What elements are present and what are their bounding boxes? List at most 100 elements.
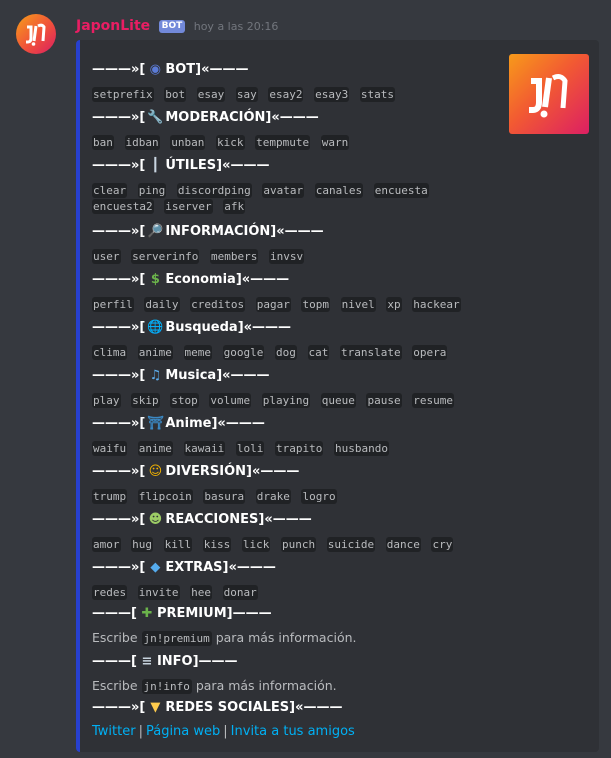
- command-afk[interactable]: afk: [223, 199, 246, 214]
- title-prefix: ———»[: [92, 158, 146, 173]
- title-text: REACCIONES]«———: [165, 512, 312, 527]
- command-idban[interactable]: idban: [124, 135, 160, 150]
- link-p-gina-web[interactable]: Página web: [146, 724, 220, 739]
- command-xp[interactable]: xp: [386, 297, 402, 312]
- command-invsv[interactable]: invsv: [268, 249, 305, 264]
- command-cry[interactable]: cry: [431, 537, 454, 552]
- command-pause[interactable]: pause: [366, 393, 402, 408]
- command-playing[interactable]: playing: [261, 393, 311, 408]
- command-trump[interactable]: trump: [92, 489, 128, 504]
- text-after: para más información.: [211, 630, 357, 645]
- command-topm[interactable]: topm: [301, 297, 330, 312]
- author-name[interactable]: JaponLite: [76, 18, 150, 34]
- command-translate[interactable]: translate: [340, 345, 402, 360]
- command-stop[interactable]: stop: [170, 393, 199, 408]
- command-anime[interactable]: anime: [137, 345, 173, 360]
- command-waifu[interactable]: waifu: [92, 441, 128, 456]
- command-kill[interactable]: kill: [163, 537, 193, 552]
- command-meme[interactable]: meme: [183, 345, 212, 360]
- command-amor[interactable]: amor: [92, 537, 121, 552]
- command-hug[interactable]: hug: [131, 537, 153, 552]
- command-list: ban idban unban kick tempmute warn: [92, 135, 482, 151]
- command-hackear[interactable]: hackear: [412, 297, 461, 312]
- command-setprefix[interactable]: setprefix: [92, 87, 154, 102]
- command-lick[interactable]: lick: [241, 537, 271, 552]
- command-encuesta[interactable]: encuesta: [373, 183, 429, 198]
- theater-masks-icon: ☻: [148, 512, 163, 527]
- command-opera[interactable]: opera: [412, 345, 448, 360]
- title-prefix: ———»[: [92, 464, 146, 479]
- avatar[interactable]: [16, 14, 56, 54]
- title-text: Economia]«———: [165, 272, 290, 287]
- japonlite-logo-icon: [529, 74, 568, 118]
- command-esay[interactable]: esay: [196, 87, 226, 102]
- command-clear[interactable]: clear: [92, 183, 128, 198]
- command-iserver[interactable]: iserver: [164, 199, 213, 214]
- command-kawaii[interactable]: kawaii: [183, 441, 226, 456]
- command-creditos[interactable]: creditos: [190, 297, 246, 312]
- title-prefix: ———»[: [92, 560, 146, 575]
- command-perfil[interactable]: perfil: [92, 297, 134, 312]
- command-list: trump flipcoin basura drake logro: [92, 489, 482, 505]
- command-daily[interactable]: daily: [144, 297, 180, 312]
- command-tempmute[interactable]: tempmute: [255, 135, 311, 150]
- command-discordping[interactable]: discordping: [176, 183, 252, 198]
- command-esay3[interactable]: esay3: [314, 87, 350, 102]
- command-dance[interactable]: dance: [385, 537, 421, 552]
- command-flipcoin[interactable]: flipcoin: [137, 489, 193, 504]
- command-members[interactable]: members: [209, 249, 259, 264]
- command-code: jn!premium: [141, 631, 212, 646]
- command-punch[interactable]: punch: [281, 537, 317, 552]
- command-trapito[interactable]: trapito: [275, 441, 324, 456]
- command-unban[interactable]: unban: [170, 135, 206, 150]
- command-cat[interactable]: cat: [307, 345, 330, 360]
- command-esay2[interactable]: esay2: [268, 87, 304, 102]
- command-redes[interactable]: redes: [92, 585, 128, 600]
- social-links: Twitter | Página web | Invita a tus amigos: [92, 724, 355, 740]
- embed-thumbnail[interactable]: [509, 54, 589, 134]
- command-hee[interactable]: hee: [190, 585, 212, 600]
- command-play[interactable]: play: [92, 393, 121, 408]
- command-ping[interactable]: ping: [137, 183, 167, 198]
- link-twitter[interactable]: Twitter: [92, 724, 136, 739]
- command-user[interactable]: user: [92, 249, 121, 264]
- command-invite[interactable]: invite: [137, 585, 180, 600]
- link-invita-a-tus-amigos[interactable]: Invita a tus amigos: [231, 724, 355, 739]
- command-kiss[interactable]: kiss: [202, 537, 232, 552]
- command-kick[interactable]: kick: [216, 135, 245, 150]
- command-google[interactable]: google: [222, 345, 265, 360]
- command-say[interactable]: say: [235, 87, 258, 102]
- title-text: Busqueda]«———: [165, 320, 292, 335]
- command-loli[interactable]: loli: [235, 441, 265, 456]
- command-canales[interactable]: canales: [314, 183, 364, 198]
- command-anime[interactable]: anime: [137, 441, 173, 456]
- command-bot[interactable]: bot: [164, 87, 187, 102]
- message-header: JaponLite BOT hoy a las 20:16: [76, 18, 278, 35]
- command-nivel[interactable]: nivel: [340, 297, 376, 312]
- command-basura[interactable]: basura: [203, 489, 246, 504]
- command-stats[interactable]: stats: [359, 87, 395, 102]
- command-queue[interactable]: queue: [320, 393, 356, 408]
- command-donar[interactable]: donar: [222, 585, 258, 600]
- command-clima[interactable]: clima: [92, 345, 128, 360]
- command-avatar[interactable]: avatar: [262, 183, 305, 198]
- title-text: DIVERSIÓN]«———: [165, 464, 300, 479]
- command-logro[interactable]: logro: [301, 489, 337, 504]
- command-encuesta2[interactable]: encuesta2: [92, 199, 154, 214]
- command-drake[interactable]: drake: [255, 489, 291, 504]
- command-dog[interactable]: dog: [275, 345, 297, 360]
- command-ban[interactable]: ban: [92, 135, 114, 150]
- title-text: INFORMACIÓN]«———: [165, 224, 324, 239]
- command-resume[interactable]: resume: [412, 393, 454, 408]
- command-husbando[interactable]: husbando: [333, 441, 389, 456]
- title-prefix: ———[: [92, 654, 137, 669]
- command-serverinfo[interactable]: serverinfo: [131, 249, 200, 264]
- command-suicide[interactable]: suicide: [326, 537, 376, 552]
- command-pagar[interactable]: pagar: [255, 297, 291, 312]
- field-title: ———»[🔎 INFORMACIÓN]«———: [92, 222, 324, 242]
- command-skip[interactable]: skip: [131, 393, 160, 408]
- command-warn[interactable]: warn: [320, 135, 350, 150]
- field-title: ———[≡ INFO]———: [92, 652, 238, 672]
- command-volume[interactable]: volume: [209, 393, 252, 408]
- timestamp[interactable]: hoy a las 20:16: [194, 20, 279, 33]
